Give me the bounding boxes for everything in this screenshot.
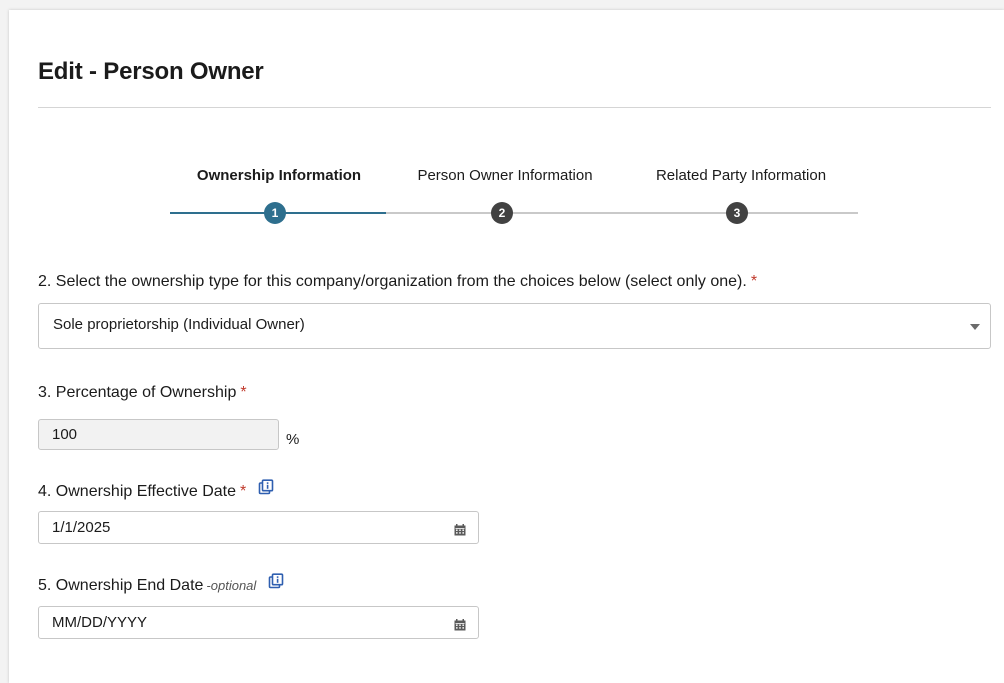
effective-date-input[interactable]: 1/1/2025: [38, 511, 479, 544]
calendar-icon[interactable]: [454, 618, 466, 636]
title-divider: [38, 107, 991, 108]
calendar-icon[interactable]: [454, 523, 466, 541]
end-date-placeholder: MM/DD/YYYY: [52, 614, 148, 631]
required-marker: *: [240, 384, 247, 401]
percentage-label-text: 3. Percentage of Ownership: [38, 384, 237, 401]
step-circle-3[interactable]: 3: [726, 202, 748, 224]
percentage-input[interactable]: 100: [38, 419, 279, 450]
step-label-ownership[interactable]: Ownership Information: [197, 167, 361, 184]
step-circle-1[interactable]: 1: [264, 202, 286, 224]
percentage-unit: %: [286, 431, 300, 448]
info-copy-icon[interactable]: [258, 479, 274, 500]
end-date-label: 5. Ownership End Date -optional: [38, 573, 284, 595]
required-marker: *: [240, 483, 247, 500]
effective-date-value: 1/1/2025: [52, 519, 111, 536]
step-label-person-owner[interactable]: Person Owner Information: [417, 167, 592, 184]
end-date-input[interactable]: MM/DD/YYYY: [38, 606, 479, 639]
ownership-type-selected-value: Sole proprietorship (Individual Owner): [53, 316, 305, 333]
step-circle-2[interactable]: 2: [491, 202, 513, 224]
ownership-type-select[interactable]: Sole proprietorship (Individual Owner): [38, 303, 991, 349]
info-copy-icon[interactable]: [268, 573, 284, 594]
effective-date-label-text: 4. Ownership Effective Date: [38, 483, 237, 500]
edit-panel: Edit - Person Owner Ownership Informatio…: [9, 10, 1004, 683]
ownership-type-label: 2. Select the ownership type for this co…: [38, 273, 757, 291]
step-progress-line: [386, 212, 858, 214]
end-date-label-text: 5. Ownership End Date: [38, 577, 204, 594]
page-title: Edit - Person Owner: [38, 58, 264, 85]
step-label-related-party[interactable]: Related Party Information: [656, 167, 826, 184]
required-marker: *: [750, 273, 758, 290]
ownership-type-label-text: 2. Select the ownership type for this co…: [38, 273, 747, 290]
effective-date-label: 4. Ownership Effective Date *: [38, 479, 274, 501]
percentage-label: 3. Percentage of Ownership *: [38, 384, 247, 402]
optional-marker: -optional: [206, 578, 257, 593]
chevron-down-icon[interactable]: [970, 324, 980, 330]
